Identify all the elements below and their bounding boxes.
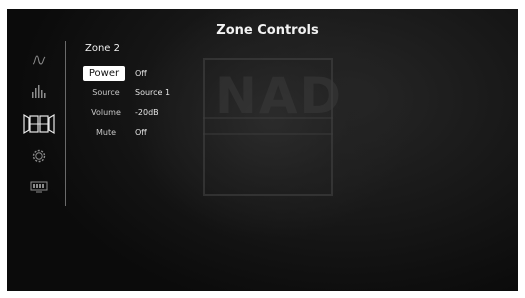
source-value[interactable]: Source 1 (135, 85, 170, 100)
gear-icon[interactable] (29, 148, 49, 164)
page-title: Zone Controls (216, 23, 319, 38)
watermark-divider (203, 133, 333, 135)
waveform-icon[interactable] (29, 53, 49, 67)
zones-icon[interactable] (22, 112, 56, 136)
sidebar-divider (65, 41, 66, 206)
source-label[interactable]: Source (85, 85, 127, 100)
tv-screen: NAD Zone Controls Zone 2 Power Off Sourc… (7, 9, 518, 291)
power-label[interactable]: Power (83, 66, 125, 81)
power-value[interactable]: Off (135, 66, 147, 81)
volume-label[interactable]: Volume (85, 105, 127, 120)
watermark-text: NAD (215, 67, 344, 125)
mute-value[interactable]: Off (135, 125, 147, 140)
zone-title: Zone 2 (85, 43, 120, 54)
equalizer-icon[interactable] (29, 83, 49, 99)
volume-value[interactable]: -20dB (135, 105, 159, 120)
mute-label[interactable]: Mute (85, 125, 127, 140)
display-icon[interactable] (27, 180, 51, 194)
